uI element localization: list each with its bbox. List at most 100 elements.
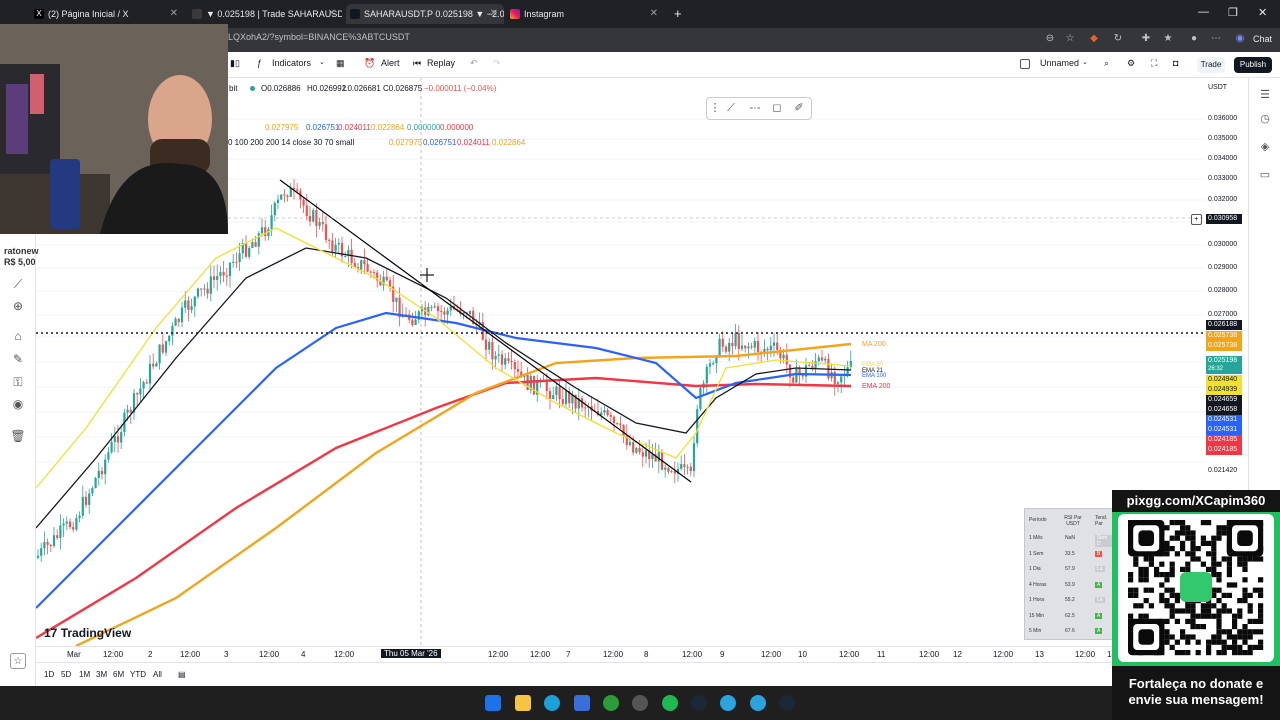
telegram-alt-icon[interactable] bbox=[750, 695, 766, 711]
camera-icon[interactable]: ◘ bbox=[1173, 58, 1178, 68]
alerts-clock-icon[interactable]: ◷ bbox=[1258, 112, 1272, 126]
replay-button[interactable]: Replay bbox=[427, 58, 455, 68]
menu-dots-icon[interactable]: ⋯ bbox=[1210, 33, 1222, 45]
line-tool-icon[interactable]: ⟋ bbox=[725, 102, 737, 114]
candle-body bbox=[782, 354, 785, 359]
indicators-button[interactable]: Indicators bbox=[272, 58, 311, 68]
rectangle-tool-icon[interactable]: ◻ bbox=[771, 102, 783, 114]
brush-tool-icon[interactable]: ✐ bbox=[793, 102, 805, 114]
extensions-puzzle-icon[interactable]: ✚ bbox=[1140, 33, 1152, 45]
drag-handle-icon[interactable]: ⋮ bbox=[709, 102, 721, 114]
search-icon[interactable]: ⌕ bbox=[1104, 58, 1109, 69]
chart-style-icon[interactable]: ▮▯ bbox=[230, 58, 240, 69]
telegram-icon[interactable] bbox=[720, 695, 736, 711]
candle-body bbox=[283, 194, 286, 196]
file-explorer-icon[interactable] bbox=[515, 695, 531, 711]
profile-icon[interactable]: ● bbox=[1188, 33, 1200, 45]
steam-icon[interactable] bbox=[691, 695, 707, 711]
extension-icon[interactable]: ◆ bbox=[1088, 33, 1100, 45]
close-tab-icon[interactable]: ✕ bbox=[490, 4, 498, 24]
layers-icon[interactable]: ◈ bbox=[1258, 140, 1272, 154]
url-field[interactable]: LQXohA2/?symbol=BINANCE%3ABTCUSDT bbox=[228, 32, 410, 42]
spotify-icon[interactable] bbox=[662, 695, 678, 711]
qr-module bbox=[1216, 608, 1222, 614]
time-tick-label: 10 bbox=[798, 650, 807, 659]
pencil-icon[interactable]: ✎ bbox=[10, 351, 26, 367]
candle-body bbox=[388, 280, 392, 287]
fullscreen-icon[interactable]: ⛶ bbox=[1151, 58, 1157, 69]
bookmark-star-icon[interactable]: ☆ bbox=[1064, 33, 1076, 45]
tab-tradingview[interactable]: SAHARAUSDT.P 0.025198 ▼ −2.04 ✕ bbox=[346, 4, 504, 24]
favorites-star-icon[interactable]: ☆ bbox=[10, 653, 26, 669]
date-range-picker-icon[interactable]: ▤ bbox=[178, 670, 186, 679]
templates-icon[interactable]: ▦ bbox=[336, 58, 345, 69]
close-tab-icon[interactable]: ✕ bbox=[650, 4, 658, 24]
range-all[interactable]: All bbox=[153, 670, 162, 679]
alert-button[interactable]: Alert bbox=[381, 58, 400, 68]
trendline-tool-icon[interactable]: ⟋ bbox=[10, 276, 26, 292]
edge-browser-icon[interactable] bbox=[544, 695, 560, 711]
maximize-button[interactable]: ❐ bbox=[1228, 6, 1238, 19]
trade-button[interactable]: Trade bbox=[1197, 57, 1225, 73]
favorites-icon[interactable]: ★ bbox=[1162, 33, 1174, 45]
minimize-button[interactable]: — bbox=[1198, 6, 1209, 18]
qr-module bbox=[1216, 639, 1222, 645]
qr-module bbox=[1190, 540, 1196, 546]
app-icon[interactable] bbox=[574, 695, 590, 711]
magnet-icon[interactable]: ⌂ bbox=[10, 328, 26, 344]
windows-start-icon[interactable] bbox=[485, 695, 501, 711]
range-3m[interactable]: 3M bbox=[96, 670, 107, 679]
candle-body bbox=[433, 306, 436, 308]
qr-module bbox=[1185, 551, 1191, 557]
copilot-icon[interactable]: ◉ bbox=[1234, 33, 1246, 45]
layout-checkbox[interactable] bbox=[1020, 59, 1030, 69]
tab-instagram[interactable]: Instagram ✕ bbox=[506, 4, 664, 24]
redo-icon[interactable]: ↷ bbox=[493, 58, 501, 69]
currency-label[interactable]: USDT bbox=[1208, 84, 1227, 91]
publish-button[interactable]: Publish bbox=[1234, 57, 1272, 73]
chevron-down-icon[interactable]: ⌄ bbox=[1082, 58, 1088, 66]
range-1m[interactable]: 1M bbox=[79, 670, 90, 679]
refresh-icon[interactable]: ↻ bbox=[1112, 33, 1124, 45]
tab-trade[interactable]: ▼ 0.025198 | Trade SAHARAUSDT ✕ bbox=[188, 4, 342, 24]
signal-table: Período RSI Par USDT Tend. Par 1 Mês NaN S… bbox=[1024, 508, 1114, 640]
exchange-name: bit bbox=[229, 84, 238, 93]
time-tick-label: 12:00 bbox=[919, 650, 940, 659]
range-6m[interactable]: 6M bbox=[113, 670, 124, 679]
qr-module bbox=[1174, 639, 1180, 645]
eye-icon[interactable]: ◉ bbox=[10, 396, 26, 412]
chevron-down-icon[interactable]: ⌄ bbox=[319, 58, 325, 66]
zoom-tool-icon[interactable]: ⊕ bbox=[10, 298, 26, 314]
close-tab-icon[interactable]: ✕ bbox=[170, 4, 178, 24]
xbox-icon[interactable] bbox=[603, 695, 619, 711]
trash-icon[interactable]: 🗑 bbox=[10, 428, 26, 444]
steam-alt-icon[interactable] bbox=[779, 695, 795, 711]
qr-module bbox=[1232, 644, 1238, 650]
qr-module bbox=[1138, 577, 1144, 583]
layout-name[interactable]: Unnamed bbox=[1040, 58, 1079, 68]
range-ytd[interactable]: YTD bbox=[130, 670, 146, 679]
close-window-button[interactable]: ✕ bbox=[1258, 6, 1267, 19]
qr-module bbox=[1237, 598, 1243, 604]
range-5d[interactable]: 5D bbox=[61, 670, 71, 679]
qr-finder-pattern bbox=[1138, 530, 1154, 546]
watchlist-icon[interactable]: ☰ bbox=[1258, 88, 1272, 102]
settings-gear-icon[interactable]: ⚙ bbox=[1127, 58, 1135, 69]
chat-label[interactable]: Chat bbox=[1253, 34, 1272, 44]
candle-body bbox=[414, 319, 417, 326]
candle-body bbox=[100, 470, 104, 475]
zoom-icon[interactable]: ⊖ bbox=[1044, 33, 1056, 45]
lock-icon[interactable]: ⚿ bbox=[10, 374, 26, 390]
chat-bubble-icon[interactable]: ▭ bbox=[1258, 168, 1272, 182]
horizontal-line-icon[interactable]: -·- bbox=[749, 102, 761, 114]
alert-add-icon[interactable]: + bbox=[1191, 214, 1202, 225]
qr-module bbox=[1242, 634, 1248, 640]
tab-x-home[interactable]: X (2) Página Inicial / X ✕ bbox=[30, 4, 184, 24]
close-tab-icon[interactable]: ✕ bbox=[328, 4, 336, 24]
range-1d[interactable]: 1D bbox=[44, 670, 54, 679]
undo-icon[interactable]: ↶ bbox=[470, 58, 478, 69]
new-tab-button[interactable]: + bbox=[668, 4, 688, 24]
indicator-value: 0.024011 bbox=[457, 138, 490, 147]
obs-icon[interactable] bbox=[632, 695, 648, 711]
time-axis[interactable]: Mar 12:00 2 12:00 3 12:00 4 12:00 Thu 05 Mar '26… bbox=[36, 646, 1248, 662]
